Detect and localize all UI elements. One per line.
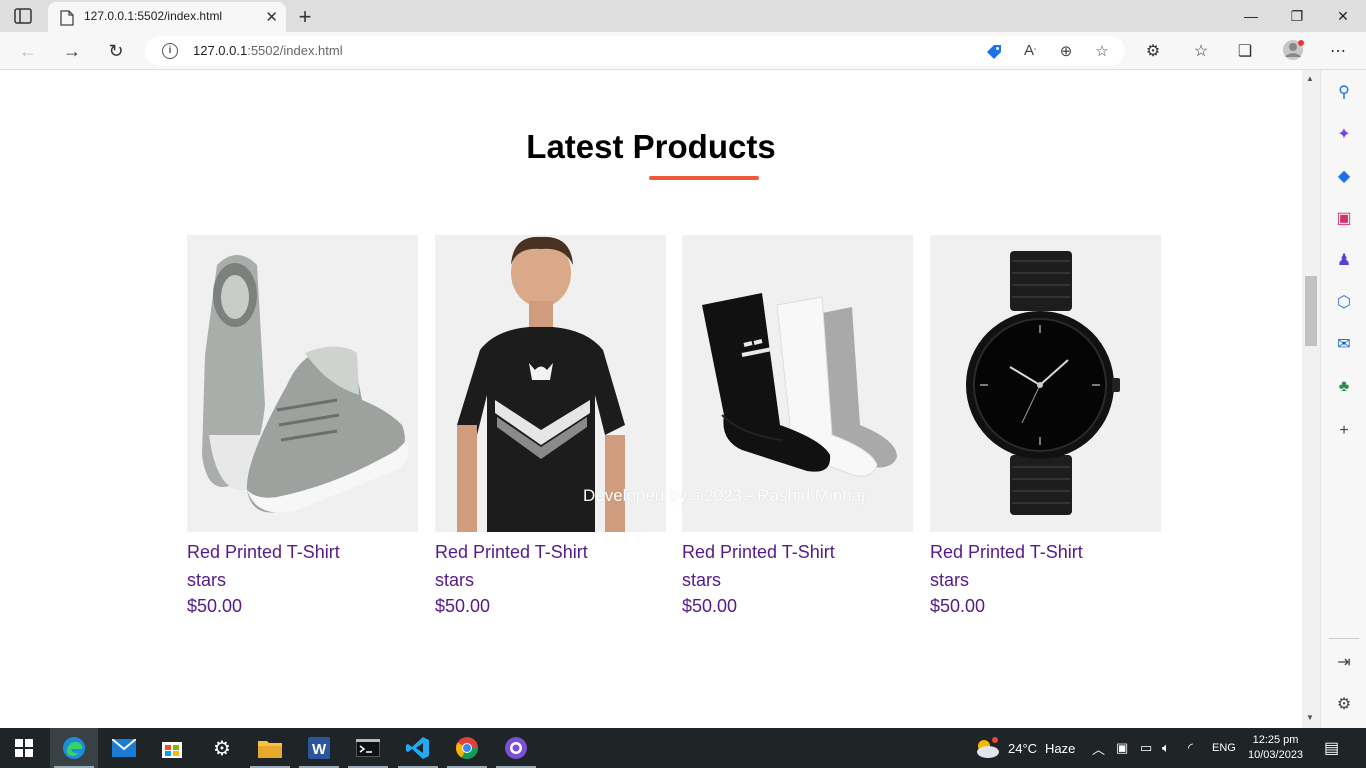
forward-icon[interactable]: → (61, 40, 83, 62)
store-taskbar-icon[interactable] (148, 728, 196, 768)
chrome-taskbar-icon[interactable] (443, 728, 491, 768)
refresh-icon[interactable]: ↻ (105, 40, 127, 62)
notifications-icon[interactable]: ▤ (1324, 728, 1339, 768)
mail-taskbar-icon[interactable] (100, 728, 148, 768)
settings-taskbar-icon[interactable]: ⚙ (198, 728, 246, 768)
new-tab-icon[interactable]: + (294, 4, 316, 30)
wifi-icon[interactable]: ◜ (1188, 728, 1193, 768)
product-rating: stars (187, 570, 227, 590)
site-info-icon[interactable]: i (162, 43, 178, 59)
language-indicator[interactable]: ENG (1212, 728, 1236, 768)
add-sidebar-app-icon[interactable]: + (1333, 420, 1355, 442)
shopping-icon[interactable]: ◆ (1333, 166, 1355, 188)
scroll-up-icon[interactable]: ▲ (1306, 74, 1314, 83)
product-image-watch[interactable] (930, 235, 1161, 532)
search-icon[interactable]: ⚲ (1333, 82, 1355, 104)
outlook-icon[interactable]: ✉ (1333, 334, 1355, 356)
product-price: $50.00 (682, 596, 738, 616)
product-card[interactable]: Red Printed T-Shirt stars $50.00 (435, 235, 666, 617)
product-card[interactable]: Red Printed T-Shirt stars $50.00 (187, 235, 418, 617)
edge-sidebar: ⚲ ✦ ◆ ▣ ♟ ⬡ ✉ ♣ + ⇥ ⚙ (1320, 70, 1366, 728)
clock[interactable]: 12:25 pm 10/03/2023 (1248, 728, 1303, 768)
page-scrollbar[interactable]: ▲ ▼ (1302, 70, 1320, 728)
product-name[interactable]: Red Printed T-Shirt (930, 542, 1161, 563)
weather-cloud-icon (977, 737, 999, 758)
extensions-icon[interactable]: ⚙ (1143, 41, 1163, 61)
close-window-icon[interactable]: ✕ (1320, 0, 1366, 32)
navigation-bar: ← → ↻ i 127.0.0.1:5502/index.html Aʼ ⊕ ☆… (0, 32, 1366, 70)
tab-bar: 127.0.0.1:5502/index.html ✕ + — ❐ ✕ (0, 0, 1366, 32)
drop-tree-icon[interactable]: ♣ (1333, 376, 1355, 398)
restore-icon[interactable]: ❐ (1274, 0, 1320, 32)
file-explorer-taskbar-icon[interactable] (246, 728, 294, 768)
network-device-icon[interactable]: ▣ (1116, 728, 1128, 768)
github-desktop-taskbar-icon[interactable] (492, 728, 540, 768)
zoom-icon[interactable]: ⊕ (1057, 42, 1075, 60)
product-rating: stars (435, 570, 475, 590)
product-price: $50.00 (187, 596, 243, 616)
product-rating: stars (930, 570, 970, 590)
product-image-sneakers[interactable] (187, 235, 418, 532)
clock-time: 12:25 pm (1252, 734, 1299, 746)
back-icon[interactable]: ← (17, 40, 39, 62)
read-aloud-icon[interactable]: Aʼ (1021, 42, 1039, 59)
volume-icon[interactable]: 🔈︎ (1162, 728, 1170, 768)
scroll-thumb[interactable] (1305, 276, 1317, 346)
coupon-tag-icon[interactable] (985, 43, 1003, 61)
more-options-icon[interactable]: ⋯ (1328, 41, 1348, 61)
heading-underline (649, 176, 759, 180)
sidebar-divider (1329, 638, 1359, 639)
minimize-icon[interactable]: — (1228, 0, 1274, 32)
games-icon[interactable]: ♟ (1333, 250, 1355, 272)
section-heading: Latest Products (526, 128, 776, 165)
product-name[interactable]: Red Printed T-Shirt (435, 542, 666, 563)
word-taskbar-icon[interactable]: W (295, 728, 343, 768)
svg-text:W: W (312, 741, 327, 758)
collections-icon[interactable]: ❏ (1235, 41, 1255, 61)
url-text[interactable]: 127.0.0.1:5502/index.html (193, 43, 343, 58)
copilot-icon[interactable]: ✦ (1333, 124, 1355, 146)
vscode-taskbar-icon[interactable] (394, 728, 442, 768)
product-price: $50.00 (435, 596, 491, 616)
favorites-icon[interactable]: ☆ (1191, 41, 1211, 61)
scroll-down-icon[interactable]: ▼ (1306, 713, 1314, 722)
tab-actions-icon[interactable] (14, 8, 32, 24)
edge-taskbar-icon[interactable] (50, 728, 98, 768)
product-card[interactable]: Red Printed T-Shirt stars $50.00 (930, 235, 1161, 617)
window-controls: — ❐ ✕ (1228, 0, 1366, 32)
product-card[interactable]: Red Printed T-Shirt stars $50.00 (682, 235, 913, 617)
weather-temp: 24°C (1008, 740, 1038, 756)
windows-taskbar: ⚙ W 24°C Haze ︿ ▣ ▭ 🔈︎ ◜ ENG 12:25 pm 10… (0, 728, 1366, 768)
address-bar[interactable]: i 127.0.0.1:5502/index.html Aʼ ⊕ ☆ (145, 36, 1125, 66)
close-tab-icon[interactable]: ✕ (265, 8, 278, 26)
terminal-taskbar-icon[interactable] (344, 728, 392, 768)
weather-desc: Haze (1045, 740, 1076, 756)
product-name[interactable]: Red Printed T-Shirt (187, 542, 418, 563)
product-price: $50.00 (930, 596, 986, 616)
windows-start-icon[interactable] (0, 728, 48, 768)
add-favorite-icon[interactable]: ☆ (1093, 42, 1111, 60)
profile-avatar-icon[interactable] (1282, 39, 1304, 66)
battery-icon[interactable]: ▭ (1140, 728, 1152, 768)
sidebar-settings-icon[interactable]: ⚙ (1333, 694, 1355, 716)
tab-title: 127.0.0.1:5502/index.html (84, 9, 223, 23)
product-name[interactable]: Red Printed T-Shirt (682, 542, 913, 563)
tools-icon[interactable]: ▣ (1333, 208, 1355, 230)
clock-date: 10/03/2023 (1248, 749, 1304, 761)
developer-credit: Developed by@2023 - Rashid Minhaj (583, 486, 865, 505)
browser-tab[interactable]: 127.0.0.1:5502/index.html ✕ (48, 2, 286, 32)
weather-widget[interactable]: 24°C Haze (974, 728, 1075, 768)
page-viewport: Latest Products Red Printed T-Shirt star… (0, 70, 1302, 728)
microsoft-365-icon[interactable]: ⬡ (1333, 292, 1355, 314)
product-rating: stars (682, 570, 722, 590)
show-hidden-icons[interactable]: ︿ (1092, 728, 1105, 768)
page-favicon-icon (60, 10, 74, 26)
hide-sidebar-icon[interactable]: ⇥ (1333, 652, 1355, 674)
